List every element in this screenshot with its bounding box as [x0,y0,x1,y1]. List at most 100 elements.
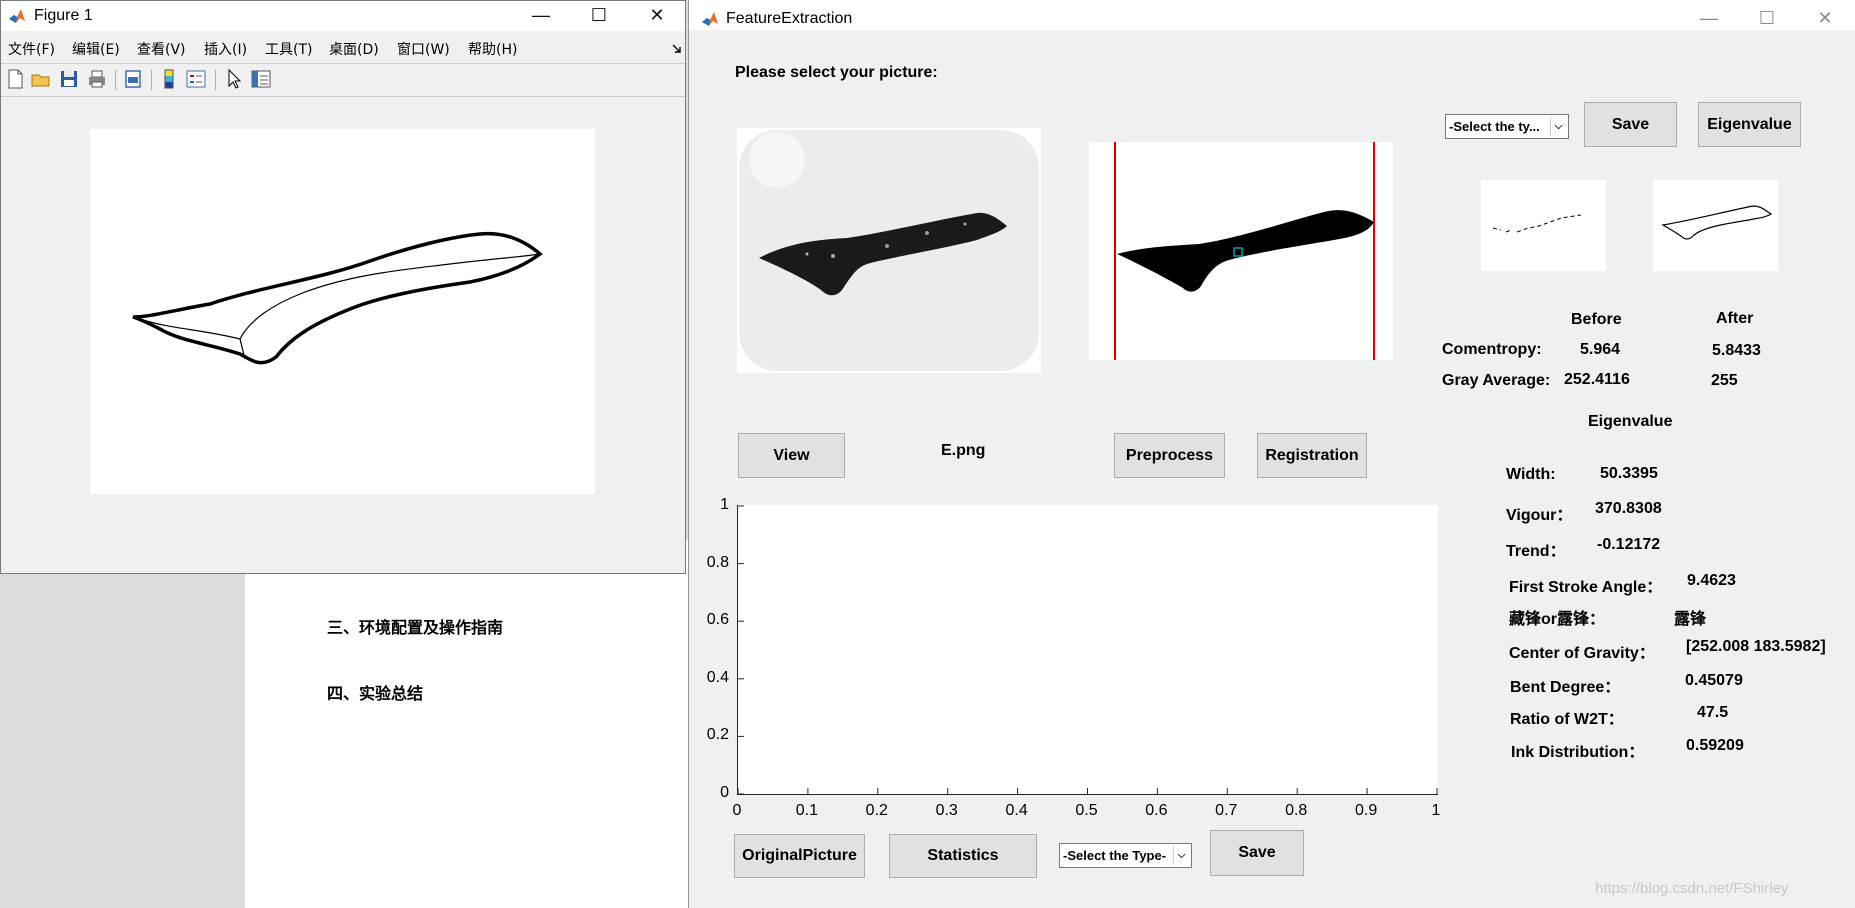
dock-arrow-icon[interactable] [672,44,682,54]
menu-desktop[interactable]: 桌面(D) [329,39,379,59]
preprocessed-image-panel [1089,142,1393,360]
pointer-icon[interactable] [223,68,245,90]
menu-file[interactable]: 文件(F) [8,39,55,59]
center-of-gravity-label: Center of Gravity： [1509,645,1655,662]
preprocess-button[interactable]: Preprocess [1114,433,1225,478]
x-tick-label: 0.1 [795,802,819,819]
property-editor-icon[interactable] [250,68,272,90]
view-button[interactable]: View [738,433,845,478]
comentropy-after-value: 5.8433 [1712,342,1761,359]
x-tick-label: 0.9 [1354,802,1378,819]
gray-average-after-value: 255 [1711,372,1738,389]
open-file-icon[interactable] [30,68,52,90]
new-figure-icon[interactable] [4,68,26,90]
x-tick-label: 0.8 [1285,802,1308,819]
original-picture-button[interactable]: OriginalPicture [734,834,865,878]
save-button-bottom[interactable]: Save [1210,830,1304,876]
chevron-down-icon: ⌵ [1550,117,1566,136]
registration-button[interactable]: Registration [1257,433,1367,478]
x-tick-label: 0.3 [935,802,958,819]
menu-window[interactable]: 窗口(W) [397,39,450,59]
center-of-gravity-value: [252.008 183.5982] [1686,638,1826,655]
feng-value: 露锋 [1674,611,1707,628]
gray-average-before-value: 252.4116 [1564,371,1630,388]
ink-distribution-label: Ink Distribution： [1511,744,1645,761]
y-tick-label: 0.6 [706,611,729,629]
first-stroke-angle-label: First Stroke Angle： [1509,579,1663,596]
minimize-button[interactable]: — [1686,4,1732,34]
y-tick-label: 0.8 [706,553,729,571]
ink-distribution-value: 0.59209 [1686,737,1744,754]
watermark-text: https://blog.csdn.net/FShirley [1595,880,1789,897]
save-button-top[interactable]: Save [1584,102,1677,147]
menu-help[interactable]: 帮助(H) [468,39,517,59]
app-titlebar[interactable]: FeatureExtraction — ☐ ✕ [689,0,1855,30]
x-tick-label: 0.4 [1005,802,1028,819]
colorbar-icon[interactable] [158,68,180,90]
outline-thumbnail [1653,180,1778,271]
before-header: Before [1571,311,1622,328]
figure-titlebar[interactable]: Figure 1 — ☐ ✕ [1,1,685,31]
select-picture-prompt: Please select your picture: [735,64,938,81]
type-select-bottom[interactable]: -Select the Type- ⌵ [1059,843,1192,868]
after-header: After [1716,310,1754,327]
menu-tools[interactable]: 工具(T) [265,39,312,59]
doc-heading-4: 四、实验总结 [327,684,424,703]
document-page: 三、环境配置及操作指南 四、实验总结 [245,540,690,908]
save-icon[interactable] [58,68,80,90]
menu-view[interactable]: 查看(V) [137,39,186,59]
minimize-button[interactable]: — [518,1,564,31]
close-button[interactable]: ✕ [1802,4,1848,34]
chevron-down-icon: ⌵ [1173,846,1189,865]
x-tick-label: 0.6 [1145,802,1168,819]
y-tick-label: 0.4 [706,668,729,686]
maximize-button[interactable]: ☐ [576,1,622,31]
legend-icon[interactable] [185,68,207,90]
menu-edit[interactable]: 编辑(E) [72,39,120,59]
y-axis-tick-labels: 0 0.2 0.4 0.6 0.8 1 [689,496,733,801]
trend-label: Trend： [1506,543,1566,560]
skeleton-thumbnail [1481,180,1606,271]
axes-tick-marks [738,505,1438,794]
ratio-w2t-value: 47.5 [1697,704,1729,721]
maximize-button[interactable]: ☐ [1744,4,1790,34]
original-image-panel [737,128,1041,373]
bent-degree-label: Bent Degree： [1510,679,1621,696]
comentropy-label: Comentropy: [1442,341,1542,358]
type-select-bottom-value: -Select the Type- [1063,848,1167,863]
statistics-button[interactable]: Statistics [889,834,1037,878]
original-calligraphy-image [739,130,1039,371]
doc-heading-3: 三、环境配置及操作指南 [327,618,504,637]
y-tick-label: 1 [720,496,729,513]
close-button[interactable]: ✕ [634,1,680,31]
type-select-top-value: -Select the ty... [1449,119,1540,134]
width-label: Width: [1506,466,1556,483]
eigenvalue-button[interactable]: Eigenvalue [1698,102,1801,147]
x-tick-label: 1 [1431,802,1441,819]
type-select-top[interactable]: -Select the ty... ⌵ [1445,114,1569,139]
first-stroke-angle-value: 9.4623 [1687,572,1736,589]
eigenvalue-header: Eigenvalue [1588,413,1673,430]
x-tick-label: 0 [732,802,742,819]
menu-insert[interactable]: 插入(I) [204,39,247,59]
print-preview-icon[interactable] [122,68,144,90]
x-axis-tick-labels: 0 0.1 0.2 0.3 0.4 0.5 0.6 0.7 0.8 0.9 1 [733,802,1441,824]
x-tick-label: 0.7 [1215,802,1238,819]
statistics-axes [737,505,1438,795]
width-value: 50.3395 [1600,465,1658,482]
x-tick-label: 0.5 [1075,802,1098,819]
outline-thumbnail-image [1661,205,1773,240]
print-icon[interactable] [86,68,108,90]
toolbar-separator [215,70,216,90]
figure-toolbar [1,63,685,97]
gray-average-label: Gray Average: [1442,372,1551,389]
vigour-label: Vigour： [1506,507,1573,524]
feature-extraction-window: FeatureExtraction — ☐ ✕ Please select yo… [688,0,1855,908]
x-tick-label: 0.2 [865,802,888,819]
figure-window: Figure 1 — ☐ ✕ 文件(F) 编辑(E) 查看(V) 插入(I) 工… [0,0,686,574]
y-tick-label: 0.2 [706,726,729,744]
comentropy-before-value: 5.964 [1580,341,1621,358]
app-title: FeatureExtraction [726,10,853,27]
feng-label: 藏锋or露锋： [1509,611,1606,628]
trend-value: -0.12172 [1597,536,1661,553]
